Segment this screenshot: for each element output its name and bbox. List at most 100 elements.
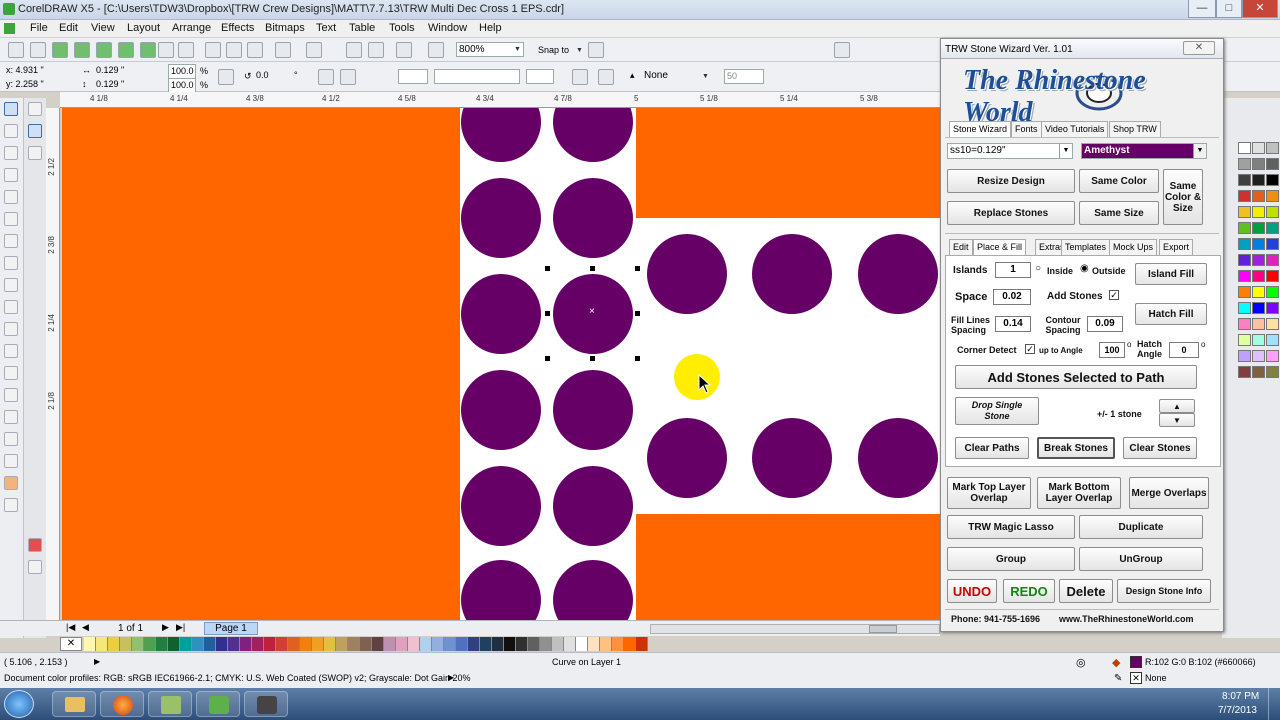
same-size-button[interactable]: Same Size — [1079, 201, 1159, 225]
publish-icon[interactable] — [96, 42, 112, 58]
profiles-arrow-icon[interactable]: ▶ — [448, 673, 454, 682]
connector-tool-icon[interactable] — [4, 388, 18, 402]
menu-arrange[interactable]: Arrange — [172, 22, 211, 34]
prev-page-icon[interactable]: ◀ — [82, 622, 89, 633]
zoom-dropdown-icon[interactable]: ▼ — [514, 46, 521, 53]
replace-stones-button[interactable]: Replace Stones — [947, 201, 1075, 225]
tab-video-tutorials[interactable]: Video Tutorials — [1041, 121, 1109, 137]
next-page-icon[interactable]: ▶ — [162, 622, 169, 633]
clear-paths-button[interactable]: Clear Paths — [955, 437, 1029, 459]
stone[interactable] — [461, 108, 541, 162]
blend-tool-icon[interactable] — [4, 410, 18, 424]
palette-swatch[interactable] — [576, 637, 588, 651]
palette-swatch[interactable] — [1238, 302, 1251, 314]
stone[interactable] — [461, 370, 541, 450]
tab-export[interactable]: Export — [1159, 239, 1194, 255]
menu-bitmaps[interactable]: Bitmaps — [265, 22, 305, 34]
palette-swatch[interactable] — [1252, 222, 1265, 234]
palette-swatch[interactable] — [1252, 158, 1265, 170]
smart-fill-icon[interactable] — [4, 212, 18, 226]
palette-swatch[interactable] — [144, 637, 156, 651]
palette-swatch[interactable] — [312, 637, 324, 651]
tool-flyout-2-icon[interactable] — [28, 124, 42, 138]
palette-swatch[interactable] — [1266, 302, 1279, 314]
palette-swatch[interactable] — [1266, 350, 1279, 362]
tab-stone-wizard[interactable]: Stone Wizard — [949, 121, 1012, 137]
palette-swatch[interactable] — [1266, 174, 1279, 186]
copy-icon[interactable] — [226, 42, 242, 58]
palette-swatch[interactable] — [636, 637, 648, 651]
options-icon[interactable] — [588, 42, 604, 58]
mirror-h-icon[interactable] — [318, 69, 334, 85]
palette-swatch[interactable] — [1266, 318, 1279, 330]
ellipse-tool-icon[interactable] — [4, 256, 18, 270]
outline-value-field[interactable]: 50 — [724, 69, 764, 84]
palette-swatch[interactable] — [504, 637, 516, 651]
redo-icon[interactable] — [306, 42, 322, 58]
stone[interactable] — [553, 466, 633, 546]
pick-tool-icon[interactable] — [4, 102, 18, 116]
tab-shop-trw[interactable]: Shop TRW — [1109, 121, 1161, 137]
text-tool-icon[interactable] — [4, 322, 18, 336]
palette-swatch[interactable] — [1252, 286, 1265, 298]
tool-flyout-1-icon[interactable] — [28, 102, 42, 116]
palette-swatch[interactable] — [108, 637, 120, 651]
palette-swatch[interactable] — [1252, 206, 1265, 218]
import-2-icon[interactable] — [346, 42, 362, 58]
palette-swatch[interactable] — [456, 637, 468, 651]
width-field[interactable]: 0.129 " — [94, 64, 158, 79]
magic-lasso-button[interactable]: TRW Magic Lasso — [947, 515, 1075, 539]
wizard-close-icon[interactable]: ✕ — [1183, 41, 1215, 55]
export-2-icon[interactable] — [368, 42, 384, 58]
palette-swatch[interactable] — [1266, 286, 1279, 298]
palette-swatch[interactable] — [1238, 270, 1251, 282]
palette-swatch[interactable] — [1252, 318, 1265, 330]
dimension-tool-icon[interactable] — [4, 366, 18, 380]
height-field[interactable]: 0.129 " — [94, 78, 158, 93]
island-fill-button[interactable]: Island Fill — [1135, 263, 1207, 285]
page-tab[interactable]: Page 1 — [204, 622, 258, 635]
taskbar-explorer-icon[interactable] — [52, 691, 96, 717]
stone[interactable] — [858, 234, 938, 314]
palette-swatch[interactable] — [336, 637, 348, 651]
cut-icon[interactable] — [205, 42, 221, 58]
y-position-field[interactable]: y: 2.258 " — [4, 78, 76, 93]
palette-swatch[interactable] — [1266, 222, 1279, 234]
new-icon[interactable] — [8, 42, 24, 58]
tab-place-fill[interactable]: Place & Fill — [973, 239, 1027, 255]
horizontal-scrollbar[interactable] — [650, 624, 940, 634]
space-input[interactable]: 0.02 — [993, 289, 1031, 305]
basic-shapes-icon[interactable] — [4, 300, 18, 314]
palette-swatch[interactable] — [300, 637, 312, 651]
taskbar-firefox-icon[interactable] — [100, 691, 144, 717]
menu-help[interactable]: Help — [479, 22, 502, 34]
welcome-screen-icon[interactable] — [834, 42, 850, 58]
save-icon[interactable] — [158, 42, 174, 58]
palette-swatch[interactable] — [1266, 270, 1279, 282]
palette-swatch[interactable] — [480, 637, 492, 651]
palette-swatch[interactable] — [1252, 334, 1265, 346]
minimize-icon[interactable]: — — [1188, 0, 1216, 18]
stone[interactable] — [553, 370, 633, 450]
palette-swatch[interactable] — [84, 637, 96, 651]
expand-arrow-icon[interactable]: ▶ — [94, 657, 100, 666]
palette-swatch[interactable] — [1238, 174, 1251, 186]
crop-tool-icon[interactable] — [4, 146, 18, 160]
resize-design-button[interactable]: Resize Design — [947, 169, 1075, 193]
shape-tool-icon[interactable] — [4, 124, 18, 138]
palette-swatch[interactable] — [252, 637, 264, 651]
palette-swatch[interactable] — [1238, 366, 1251, 378]
add-stones-to-path-button[interactable]: Add Stones Selected to Path — [955, 365, 1197, 389]
tool-flyout-red-icon[interactable] — [28, 538, 42, 552]
eyedropper-tool-icon[interactable] — [4, 432, 18, 446]
palette-swatch[interactable] — [1266, 334, 1279, 346]
palette-swatch[interactable] — [516, 637, 528, 651]
palette-swatch[interactable] — [276, 637, 288, 651]
delete-button[interactable]: Delete — [1059, 579, 1113, 603]
fill-lines-input[interactable]: 0.14 — [995, 316, 1031, 332]
inside-radio[interactable]: ○ — [1035, 263, 1041, 274]
menu-table[interactable]: Table — [349, 22, 375, 34]
same-color-button[interactable]: Same Color — [1079, 169, 1159, 193]
palette-swatch[interactable] — [420, 637, 432, 651]
palette-swatch[interactable] — [1266, 206, 1279, 218]
